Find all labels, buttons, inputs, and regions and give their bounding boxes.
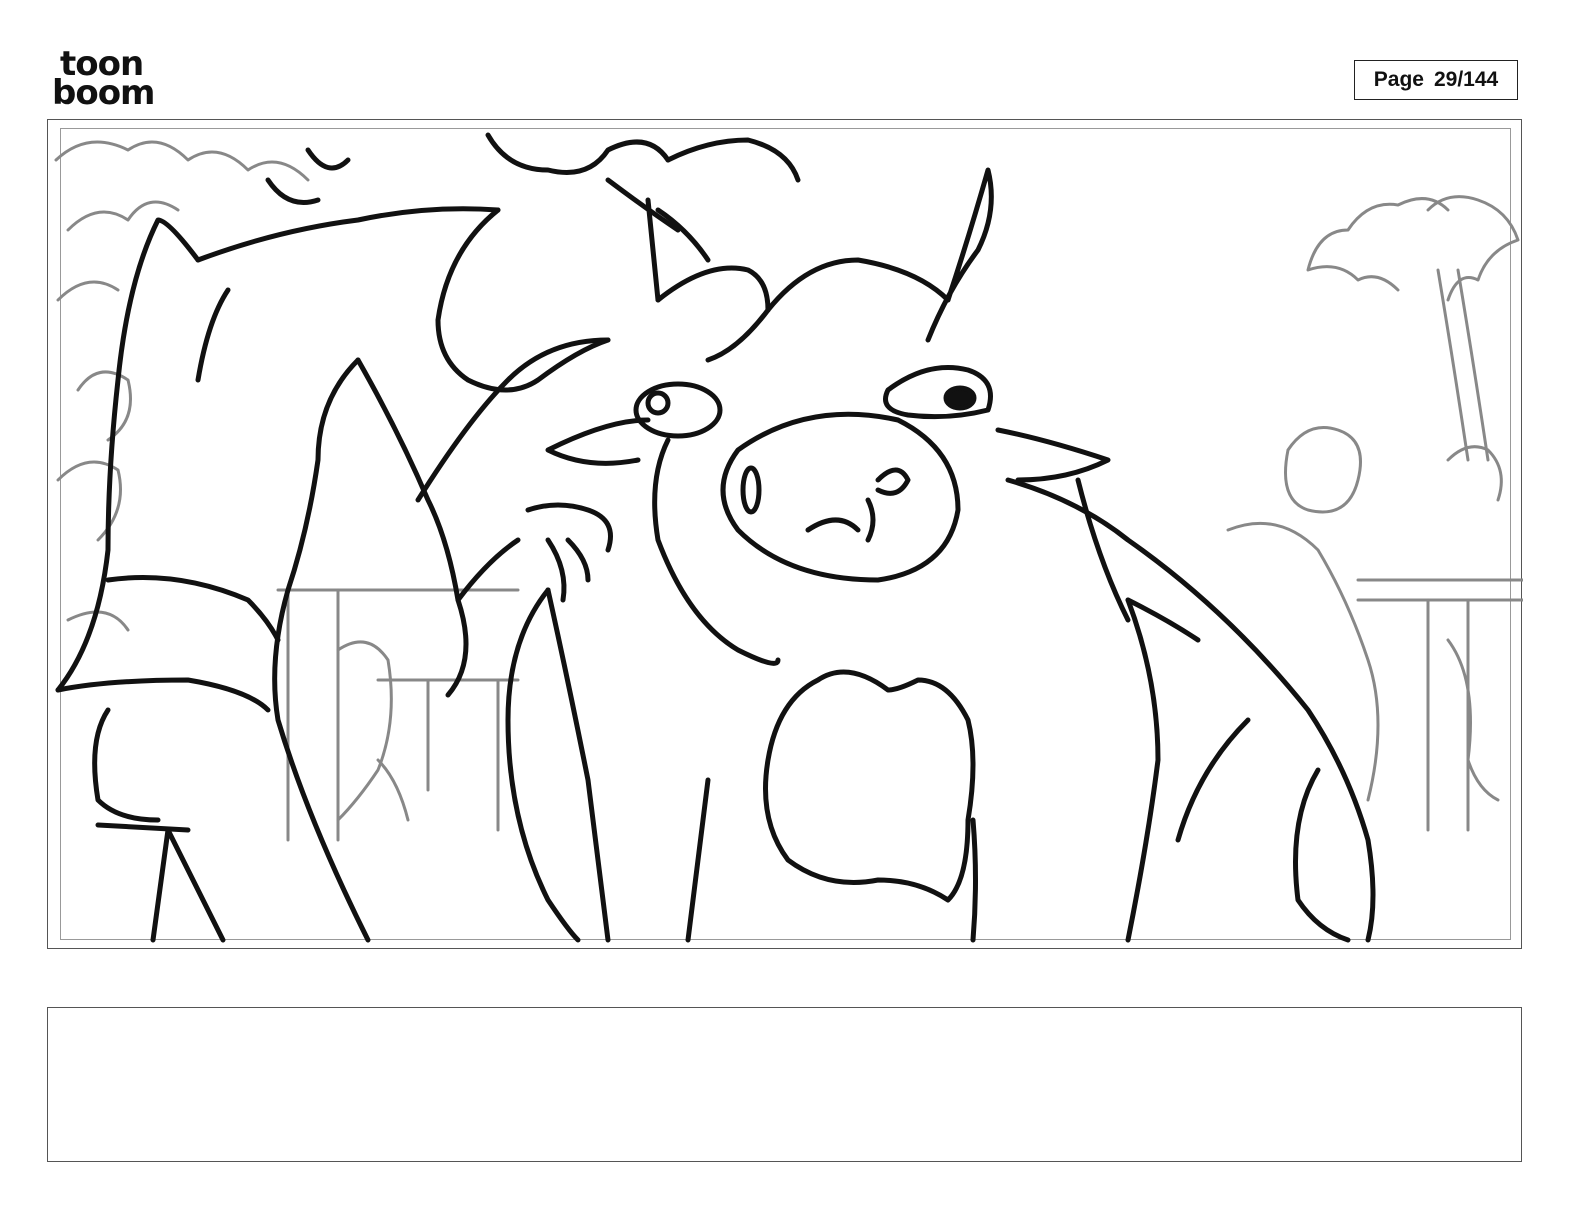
toonboom-logo: toon boom	[52, 47, 164, 113]
page-label: Page	[1373, 68, 1424, 91]
logo-line-2: boom	[52, 73, 155, 113]
caption-box	[47, 1007, 1522, 1162]
page-number: 29/144	[1433, 68, 1499, 91]
storyboard-panel	[47, 119, 1523, 949]
page-indicator: Page 29/144	[1354, 60, 1518, 100]
storyboard-sketch-image	[54, 132, 1523, 943]
